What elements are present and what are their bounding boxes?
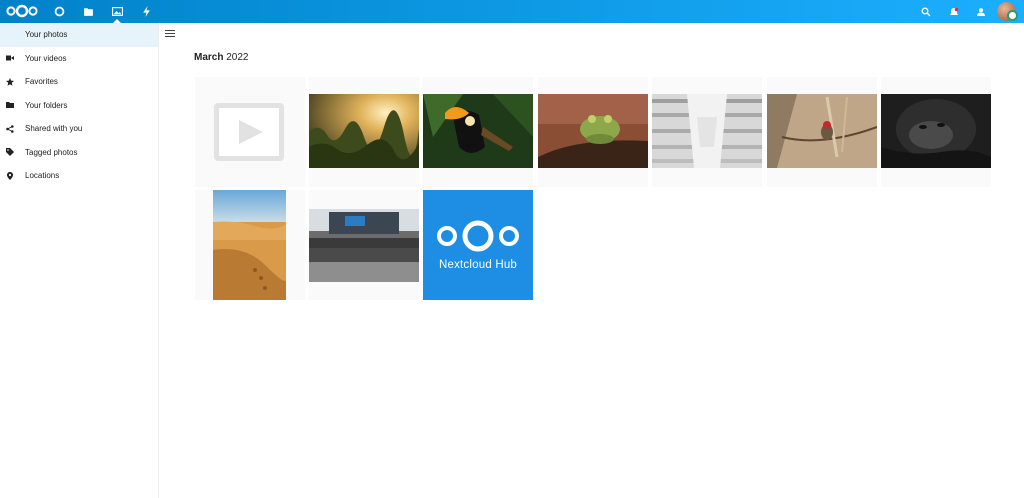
- notifications-button[interactable]: [943, 0, 965, 23]
- folder-icon: [6, 102, 14, 109]
- video-icon: [6, 55, 14, 61]
- image-icon: [111, 7, 123, 16]
- sidebar-item-your-videos[interactable]: Your videos: [0, 47, 158, 71]
- photo-tile-gorilla[interactable]: [881, 77, 991, 187]
- app-files[interactable]: [74, 0, 102, 23]
- sidebar-item-label: Tagged photos: [25, 147, 78, 157]
- photo-tile-sunset-plants[interactable]: [309, 77, 419, 187]
- section-month: March: [194, 52, 224, 63]
- nextcloud-hub-logo-icon: [437, 220, 519, 252]
- app-activity[interactable]: [132, 0, 160, 23]
- sidebar-item-favorites[interactable]: Favorites: [0, 70, 158, 94]
- hub-tile-text: Nextcloud Hub: [438, 259, 518, 271]
- photo-tile-video[interactable]: [195, 77, 305, 187]
- location-pin-icon: [7, 171, 13, 180]
- sidebar-item-label: Shared with you: [25, 124, 83, 134]
- photo-tile-toucan[interactable]: [423, 77, 533, 187]
- app-photos[interactable]: [103, 0, 131, 23]
- sidebar-item-tagged-photos[interactable]: Tagged photos: [0, 141, 158, 165]
- circle-icon: [54, 6, 64, 17]
- photo-sunset-plants: [309, 94, 419, 168]
- lightning-icon: [142, 6, 150, 17]
- photo-group-photo: [309, 209, 419, 282]
- section-year: 2022: [226, 52, 249, 63]
- sidebar-item-label: Your photos: [25, 30, 68, 40]
- sidebar-item-your-folders[interactable]: Your folders: [0, 94, 158, 118]
- hamburger-icon: [165, 30, 175, 31]
- contacts-button[interactable]: [970, 0, 992, 23]
- photo-tile-bird[interactable]: [767, 77, 877, 187]
- photo-bird-on-branch: [767, 94, 877, 168]
- photo-tile-group[interactable]: [309, 190, 419, 300]
- sidebar: Your photos Your videos Favorites Your f…: [0, 23, 159, 498]
- photo-frog: [538, 94, 648, 168]
- app-dashboard[interactable]: [45, 0, 73, 23]
- search-icon: [921, 7, 931, 16]
- notifications-icon: [950, 7, 959, 15]
- video-placeholder-icon: [214, 103, 284, 161]
- user-status-indicator: [1007, 10, 1018, 21]
- photo-desert-dunes: [213, 190, 286, 300]
- photo-tile-frog[interactable]: [538, 77, 648, 187]
- photo-library-interior: [652, 94, 762, 168]
- sidebar-item-your-photos[interactable]: Your photos: [0, 23, 158, 47]
- photo-tile-library[interactable]: [652, 77, 762, 187]
- sidebar-item-label: Locations: [25, 171, 60, 181]
- folder-icon: [83, 8, 93, 16]
- tag-icon: [6, 148, 14, 157]
- share-icon: [6, 124, 14, 133]
- sidebar-item-label: Your videos: [25, 53, 67, 63]
- star-icon: [6, 77, 14, 86]
- photo-toucan: [423, 94, 533, 168]
- search-button[interactable]: [915, 0, 937, 23]
- photo-tile-desert[interactable]: [195, 190, 305, 300]
- nextcloud-logo-icon[interactable]: [5, 4, 39, 18]
- photo-tile-nextcloud-hub[interactable]: Nextcloud Hub: [423, 190, 533, 300]
- sidebar-item-shared-with-you[interactable]: Shared with you: [0, 117, 158, 141]
- photo-gorilla: [881, 94, 991, 168]
- sidebar-item-label: Favorites: [25, 77, 58, 87]
- contacts-icon: [977, 7, 985, 16]
- sidebar-item-locations[interactable]: Locations: [0, 164, 158, 188]
- section-title: March 2022: [194, 52, 248, 63]
- sidebar-toggle-button[interactable]: [165, 30, 175, 40]
- top-header: [0, 0, 1024, 23]
- sidebar-item-label: Your folders: [25, 100, 68, 110]
